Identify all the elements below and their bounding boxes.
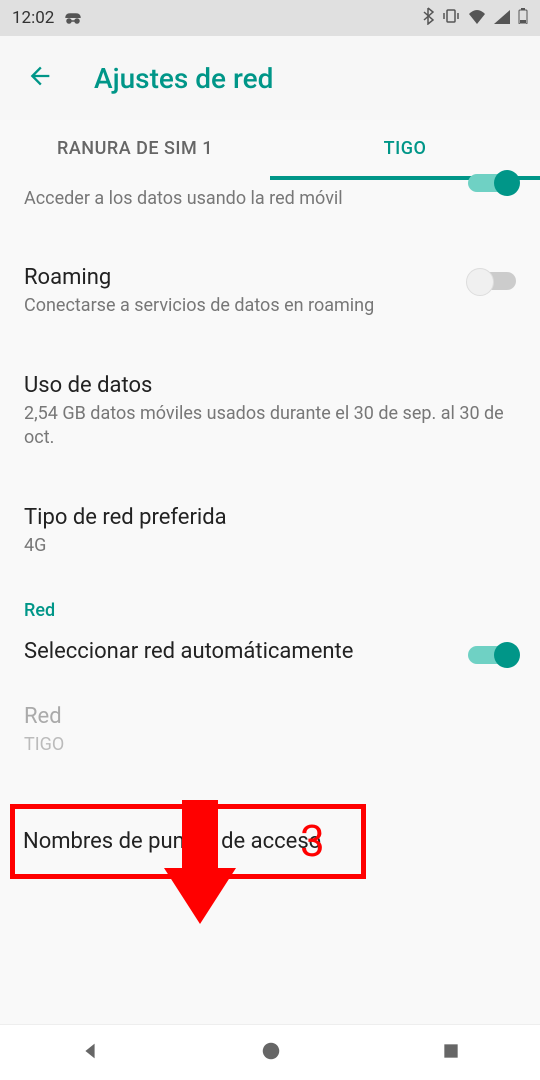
data-usage-subtitle: 2,54 GB datos móviles usados durante el … bbox=[24, 402, 516, 449]
auto-network-switch[interactable] bbox=[468, 646, 516, 664]
back-arrow-icon[interactable] bbox=[26, 62, 54, 94]
mobile-data-subtitle: Acceder a los datos usando la red móvil bbox=[24, 188, 343, 209]
signal-icon bbox=[494, 9, 510, 28]
annotation-number: 3 bbox=[300, 815, 325, 867]
network-title: Red bbox=[24, 704, 516, 729]
data-usage-item[interactable]: Uso de datos 2,54 GB datos móviles usado… bbox=[24, 335, 516, 467]
nav-recent-icon[interactable] bbox=[441, 1041, 461, 1065]
network-type-title: Tipo de red preferida bbox=[24, 505, 516, 530]
tab-sim1[interactable]: RANURA DE SIM 1 bbox=[0, 120, 270, 180]
status-time: 12:02 bbox=[12, 8, 54, 28]
nav-back-icon[interactable] bbox=[79, 1040, 101, 1066]
battery-icon bbox=[518, 8, 528, 28]
section-red: Red bbox=[24, 576, 516, 629]
bluetooth-icon bbox=[422, 7, 434, 29]
network-subtitle: TIGO bbox=[24, 733, 516, 756]
incognito-icon bbox=[64, 9, 82, 28]
mobile-data-switch[interactable] bbox=[468, 174, 516, 192]
navigation-bar bbox=[0, 1024, 540, 1080]
roaming-item[interactable]: Roaming Conectarse a servicios de datos … bbox=[24, 227, 516, 335]
auto-network-item[interactable]: Seleccionar red automáticamente bbox=[24, 629, 516, 682]
sim-tabs: RANURA DE SIM 1 TIGO bbox=[0, 120, 540, 180]
network-type-item[interactable]: Tipo de red preferida 4G bbox=[24, 467, 516, 575]
status-bar: 12:02 bbox=[0, 0, 540, 36]
roaming-subtitle: Conectarse a servicios de datos en roami… bbox=[24, 294, 384, 317]
nav-home-icon[interactable] bbox=[260, 1040, 282, 1066]
network-item: Red TIGO bbox=[24, 682, 516, 774]
app-header: Ajustes de red bbox=[0, 36, 540, 120]
network-type-subtitle: 4G bbox=[24, 534, 516, 557]
mobile-data-item[interactable]: Acceder a los datos usando la red móvil bbox=[24, 180, 516, 227]
data-usage-title: Uso de datos bbox=[24, 373, 516, 398]
roaming-switch[interactable] bbox=[468, 272, 516, 290]
vibrate-icon bbox=[442, 8, 460, 28]
auto-network-title: Seleccionar red automáticamente bbox=[24, 639, 516, 664]
roaming-title: Roaming bbox=[24, 265, 516, 290]
annotation-arrow-icon bbox=[160, 800, 240, 934]
page-title: Ajustes de red bbox=[94, 62, 273, 95]
wifi-icon bbox=[468, 9, 486, 28]
